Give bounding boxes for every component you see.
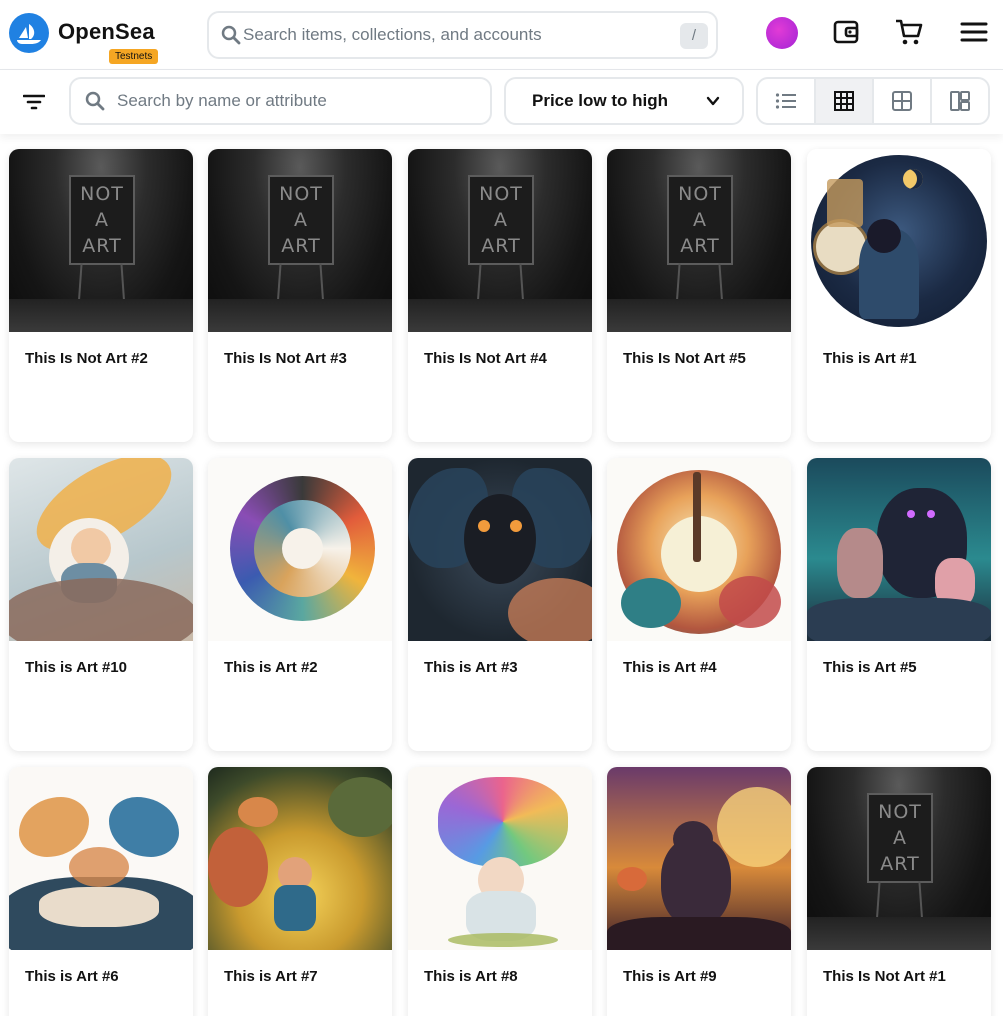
nft-image: NOT A ART xyxy=(9,149,193,332)
opensea-logo-icon[interactable] xyxy=(9,13,49,53)
nft-image xyxy=(208,767,392,950)
nft-title[interactable]: This is Art #2 xyxy=(224,659,318,676)
nft-card[interactable]: NOT A ART This Is Not Art #3 xyxy=(208,149,392,442)
nft-image: NOT A ART xyxy=(607,149,791,332)
nft-title[interactable]: This is Art #8 xyxy=(424,968,518,985)
view-mode-toggle xyxy=(756,77,990,125)
filter-toolbar: Price low to high xyxy=(0,70,1003,134)
nft-image xyxy=(9,767,193,950)
nft-image xyxy=(9,458,193,641)
nft-title[interactable]: This is Art #5 xyxy=(823,659,917,676)
mosaic-view-button[interactable] xyxy=(932,79,988,123)
top-navigation: OpenSea Testnets / xyxy=(0,0,1003,70)
grid-icon xyxy=(834,91,854,111)
nft-image xyxy=(807,149,991,332)
nft-title[interactable]: This is Art #1 xyxy=(823,350,917,367)
nft-card[interactable]: This is Art #7 xyxy=(208,767,392,1016)
nft-title[interactable]: This Is Not Art #5 xyxy=(623,350,746,367)
filter-icon[interactable] xyxy=(18,86,50,118)
nft-title[interactable]: This is Art #6 xyxy=(25,968,119,985)
nft-card[interactable]: This is Art #4 xyxy=(607,458,791,751)
nft-title[interactable]: This Is Not Art #1 xyxy=(823,968,946,985)
wallet-icon[interactable] xyxy=(831,17,861,47)
nft-image xyxy=(607,458,791,641)
grid-view-button[interactable] xyxy=(816,79,874,123)
nft-card[interactable]: This is Art #2 xyxy=(208,458,392,751)
nft-card[interactable]: This is Art #9 xyxy=(607,767,791,1016)
attribute-search-input[interactable] xyxy=(117,88,477,114)
nft-title[interactable]: This Is Not Art #2 xyxy=(25,350,148,367)
nft-image xyxy=(408,458,592,641)
global-search-bar[interactable]: / xyxy=(207,11,718,59)
nft-title[interactable]: This is Art #3 xyxy=(424,659,518,676)
nft-card[interactable]: NOT A ART This Is Not Art #4 xyxy=(408,149,592,442)
mosaic-icon xyxy=(950,91,970,111)
nft-title[interactable]: This is Art #10 xyxy=(25,659,127,676)
nft-image xyxy=(607,767,791,950)
chevron-down-icon xyxy=(706,94,720,113)
sort-dropdown[interactable]: Price low to high xyxy=(504,77,744,125)
nft-card[interactable]: NOT A ART This Is Not Art #2 xyxy=(9,149,193,442)
nft-title[interactable]: This is Art #7 xyxy=(224,968,318,985)
search-shortcut-key: / xyxy=(680,23,708,49)
search-icon xyxy=(85,91,105,116)
nft-title[interactable]: This is Art #4 xyxy=(623,659,717,676)
nft-card[interactable]: This is Art #1 xyxy=(807,149,991,442)
nft-image: NOT A ART xyxy=(208,149,392,332)
nft-card[interactable]: NOT A ART This Is Not Art #5 xyxy=(607,149,791,442)
avatar[interactable] xyxy=(766,17,798,49)
logo-text[interactable]: OpenSea xyxy=(58,19,155,45)
cart-icon[interactable] xyxy=(894,17,924,47)
nft-image xyxy=(807,458,991,641)
nft-card[interactable]: NOT A ART This Is Not Art #1 xyxy=(807,767,991,1016)
nft-card[interactable]: This is Art #10 xyxy=(9,458,193,751)
nft-title[interactable]: This Is Not Art #4 xyxy=(424,350,547,367)
nft-title[interactable]: This is Art #9 xyxy=(623,968,717,985)
nft-card[interactable]: This is Art #6 xyxy=(9,767,193,1016)
nft-image xyxy=(208,458,392,641)
search-icon xyxy=(221,25,241,50)
attribute-search-bar[interactable] xyxy=(69,77,492,125)
global-search-input[interactable] xyxy=(243,22,673,48)
nft-card[interactable]: This is Art #5 xyxy=(807,458,991,751)
list-view-button[interactable] xyxy=(758,79,816,123)
nft-image xyxy=(408,767,592,950)
nft-card[interactable]: This is Art #8 xyxy=(408,767,592,1016)
sort-label: Price low to high xyxy=(532,91,669,110)
nft-image: NOT A ART xyxy=(807,767,991,950)
nft-image: NOT A ART xyxy=(408,149,592,332)
large-grid-view-button[interactable] xyxy=(874,79,932,123)
menu-icon[interactable] xyxy=(959,17,989,47)
nft-title[interactable]: This Is Not Art #3 xyxy=(224,350,347,367)
testnets-badge: Testnets xyxy=(109,49,159,64)
large-grid-icon xyxy=(892,91,912,111)
list-icon xyxy=(775,93,796,109)
nft-card[interactable]: This is Art #3 xyxy=(408,458,592,751)
